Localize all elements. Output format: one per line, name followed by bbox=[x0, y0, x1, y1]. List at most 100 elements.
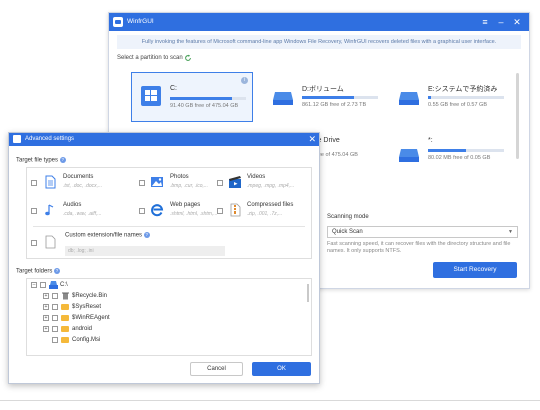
app-logo-icon bbox=[113, 17, 123, 27]
partition-name: C: bbox=[170, 85, 177, 92]
tree-label: C:\ bbox=[60, 282, 68, 288]
custom-extension-label: Custom extension/file names ? bbox=[65, 232, 150, 239]
expand-icon[interactable]: + bbox=[43, 293, 49, 299]
help-icon[interactable]: ? bbox=[54, 268, 61, 274]
video-icon bbox=[229, 176, 241, 188]
videos-checkbox[interactable] bbox=[217, 180, 223, 186]
help-icon[interactable]: ? bbox=[59, 157, 66, 163]
file-types-box: Documents .txt, .doc, .docx,... Photos .… bbox=[26, 167, 312, 259]
tree-checkbox[interactable] bbox=[52, 315, 58, 321]
compressed-icon bbox=[230, 203, 241, 217]
tree-row[interactable]: + $WinREAgent bbox=[43, 313, 243, 323]
usage-bar bbox=[170, 97, 246, 100]
partition-free: ree of 475.04 GB bbox=[316, 152, 358, 158]
audio-icon bbox=[45, 204, 54, 216]
expand-icon[interactable]: + bbox=[43, 326, 49, 332]
partition-card-star[interactable]: *: 80.02 MB free of 0.05 GB bbox=[390, 125, 512, 175]
expand-icon[interactable]: + bbox=[43, 304, 49, 310]
file-type-ext: .mpeg, .mpg, .mp4,... bbox=[247, 183, 295, 189]
file-type-name: Videos bbox=[247, 174, 266, 180]
tree-row[interactable]: + $SysReset bbox=[43, 302, 243, 312]
tree-label: android bbox=[72, 326, 93, 332]
app-logo-icon bbox=[13, 135, 21, 143]
tree-checkbox[interactable] bbox=[52, 337, 58, 343]
info-banner: Fully invoking the features of Microsoft… bbox=[117, 35, 521, 49]
partition-free: 91.40 GB free of 475.04 GB bbox=[170, 103, 239, 109]
custom-checkbox[interactable] bbox=[31, 240, 37, 246]
tree-label: $Recycle.Bin bbox=[72, 293, 108, 299]
tree-checkbox[interactable] bbox=[52, 293, 58, 299]
partition-free: 80.02 MB free of 0.05 GB bbox=[428, 155, 491, 161]
expand-icon[interactable]: + bbox=[43, 315, 49, 321]
tree-checkbox[interactable] bbox=[52, 326, 58, 332]
window-title: WinfrGUI bbox=[127, 18, 154, 25]
minimize-icon[interactable]: – bbox=[495, 16, 507, 28]
partition-free: 0.55 GB free of 0.57 GB bbox=[428, 102, 488, 108]
tree-row[interactable]: + $Recycle.Bin bbox=[43, 291, 243, 301]
main-titlebar: WinfrGUI ≡ – ✕ bbox=[109, 13, 529, 31]
documents-checkbox[interactable] bbox=[31, 180, 37, 186]
file-type-ext: .zip, .001, .7z,... bbox=[247, 211, 283, 217]
partition-name: *: bbox=[428, 137, 433, 144]
chevron-down-icon: ▼ bbox=[508, 229, 513, 235]
info-icon[interactable]: i bbox=[241, 77, 248, 84]
partition-card-c[interactable]: C: 91.40 GB free of 475.04 GB i bbox=[131, 72, 253, 122]
close-icon[interactable]: ✕ bbox=[308, 133, 316, 145]
partition-label: Select a partition to scan bbox=[117, 55, 183, 61]
file-type-name: Compressed files bbox=[247, 202, 294, 208]
file-types-label: Target file types ? bbox=[16, 157, 66, 164]
dialog-title: Advanced settings bbox=[25, 136, 75, 142]
tree-row[interactable]: – C:\ bbox=[31, 280, 231, 290]
file-type-ext: .bmp, .cur, .ico,... bbox=[170, 183, 209, 189]
menu-icon[interactable]: ≡ bbox=[479, 16, 491, 28]
drive-icon bbox=[49, 281, 58, 289]
tree-checkbox[interactable] bbox=[52, 304, 58, 310]
custom-file-icon bbox=[45, 235, 56, 249]
file-type-name: Audios bbox=[63, 202, 82, 208]
folder-icon bbox=[61, 304, 69, 310]
usage-bar bbox=[302, 96, 378, 99]
folder-icon bbox=[61, 337, 69, 343]
dialog-titlebar: Advanced settings ✕ bbox=[9, 133, 319, 146]
refresh-icon[interactable] bbox=[184, 54, 192, 62]
scan-mode-select[interactable]: Quick Scan ▼ bbox=[327, 226, 518, 238]
partition-scrollbar[interactable] bbox=[516, 73, 519, 159]
photos-checkbox[interactable] bbox=[139, 180, 145, 186]
usage-bar bbox=[428, 96, 504, 99]
partition-name: D:ボリューム bbox=[302, 86, 344, 93]
web-pages-checkbox[interactable] bbox=[139, 208, 145, 214]
partition-free: 861.12 GB free of 2.73 TB bbox=[302, 102, 367, 108]
compressed-files-checkbox[interactable] bbox=[217, 208, 223, 214]
ok-button[interactable]: OK bbox=[252, 362, 311, 376]
tree-label: Config.Msi bbox=[72, 337, 101, 343]
tree-row[interactable]: + android bbox=[43, 324, 243, 334]
audios-checkbox[interactable] bbox=[31, 208, 37, 214]
scanning-mode-label: Scanning mode bbox=[327, 214, 369, 220]
cancel-button[interactable]: Cancel bbox=[190, 362, 243, 376]
file-type-name: Photos bbox=[170, 174, 189, 180]
file-type-ext: .shtml, .html, .shtm,... bbox=[170, 211, 218, 217]
partition-card-d[interactable]: D:ボリューム 861.12 GB free of 2.73 TB bbox=[264, 72, 386, 122]
target-folders-label: Target folders ? bbox=[16, 268, 61, 275]
start-recovery-button[interactable]: Start Recovery bbox=[433, 262, 517, 278]
drive-icon bbox=[399, 92, 419, 105]
web-page-icon bbox=[151, 204, 164, 217]
advanced-settings-dialog: Advanced settings ✕ Target file types ? … bbox=[8, 132, 320, 384]
custom-extension-input[interactable]: db; .log; .ini bbox=[65, 246, 225, 256]
scan-description: Fast scanning speed, it can recover file… bbox=[327, 241, 511, 254]
photo-icon bbox=[151, 177, 163, 187]
close-icon[interactable]: ✕ bbox=[511, 16, 523, 28]
drive-icon bbox=[399, 149, 419, 162]
help-icon[interactable]: ? bbox=[143, 232, 150, 238]
file-type-name: Documents bbox=[63, 174, 94, 180]
windows-drive-icon bbox=[141, 86, 161, 106]
collapse-icon[interactable]: – bbox=[31, 282, 37, 288]
partition-card-e[interactable]: E:システムで予約済み 0.55 GB free of 0.57 GB bbox=[390, 72, 512, 122]
tree-scrollbar[interactable] bbox=[307, 284, 309, 302]
folder-icon bbox=[61, 326, 69, 332]
document-icon bbox=[45, 175, 56, 189]
tree-checkbox[interactable] bbox=[40, 282, 46, 288]
file-type-ext: .txt, .doc, .docx,... bbox=[63, 183, 103, 189]
divider bbox=[33, 226, 305, 227]
tree-row[interactable]: Config.Msi bbox=[43, 335, 243, 345]
